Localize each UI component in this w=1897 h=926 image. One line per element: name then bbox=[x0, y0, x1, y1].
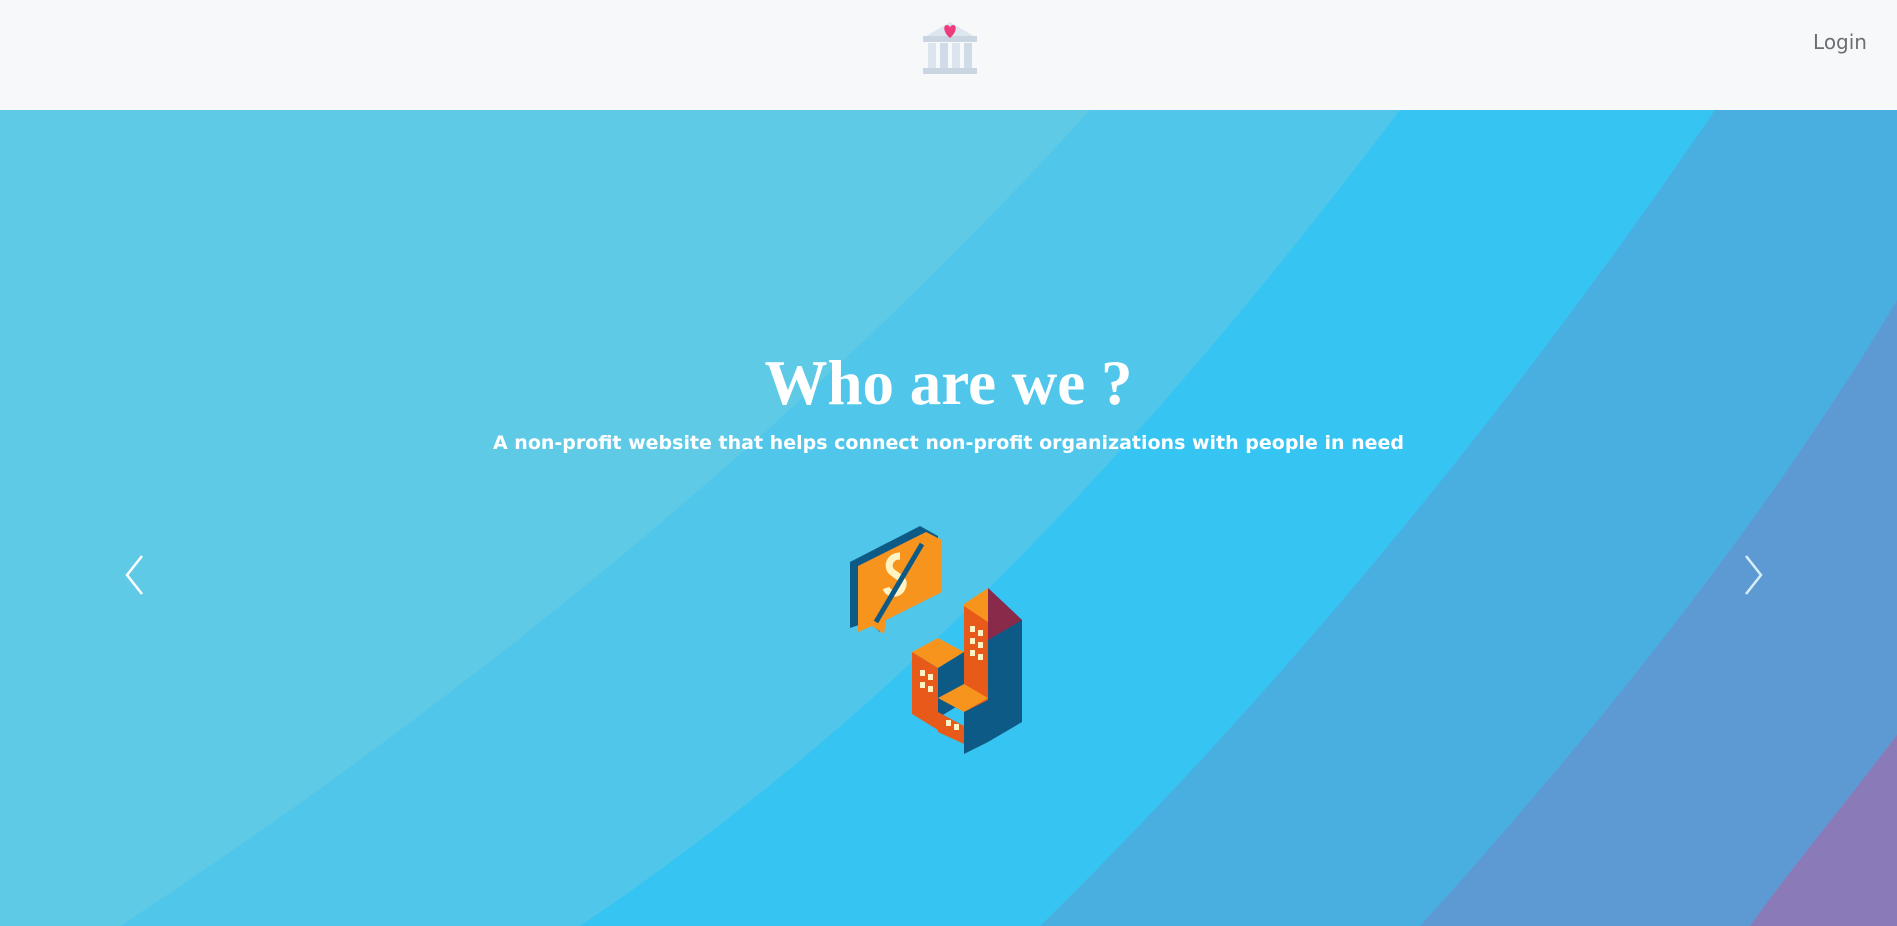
top-navbar: Login bbox=[0, 0, 1897, 110]
chevron-left-icon[interactable] bbox=[122, 550, 162, 600]
hero-title: Who are we ? bbox=[764, 348, 1133, 418]
hero-carousel: Who are we ? A non-profit website that h… bbox=[0, 110, 1897, 926]
charity-building-heart-icon[interactable] bbox=[919, 16, 981, 78]
hero-background-waves bbox=[0, 110, 1897, 926]
chevron-right-icon[interactable] bbox=[1736, 550, 1776, 600]
login-link[interactable]: Login bbox=[1813, 30, 1867, 54]
city-buildings-currency-bubble-icon bbox=[850, 526, 1022, 754]
hero-subtitle: A non-profit website that helps connect … bbox=[492, 432, 1404, 454]
